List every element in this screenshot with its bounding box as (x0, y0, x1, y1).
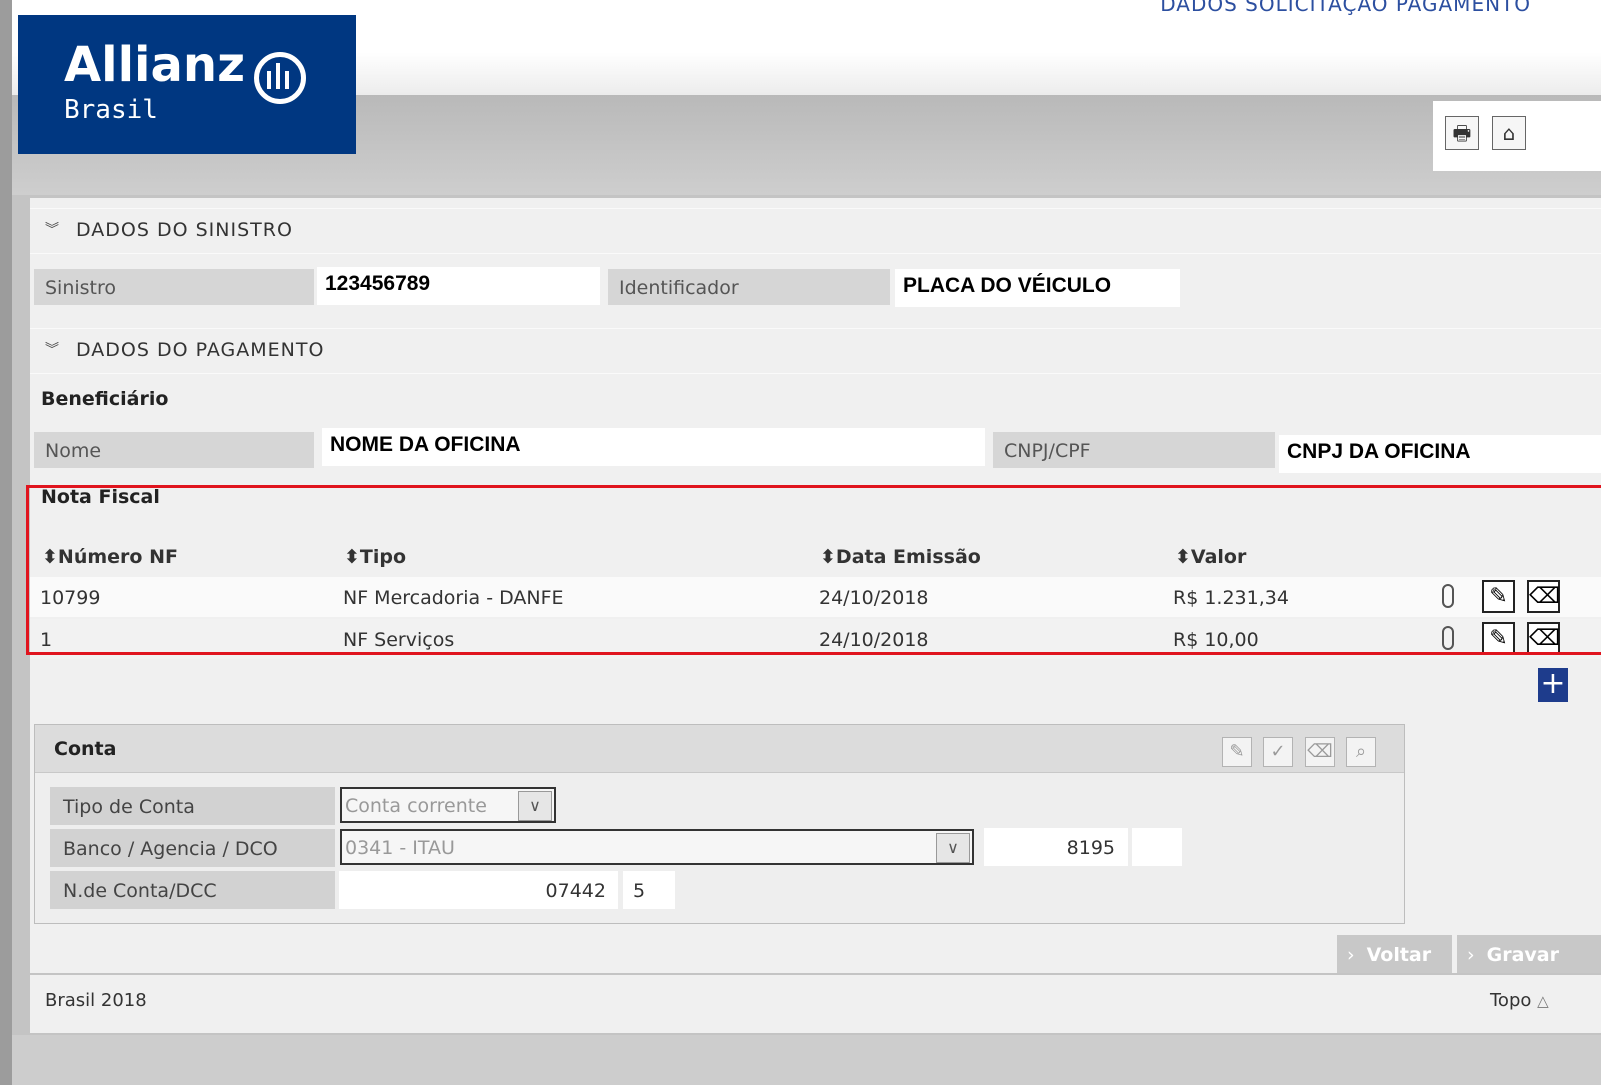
collapse-chevron-icon[interactable]: ︾ (45, 339, 60, 359)
add-nota-button[interactable]: + (1538, 668, 1568, 702)
top-link[interactable]: Topo △ (1490, 990, 1549, 1011)
cnpj-label: CNPJ/CPF (993, 432, 1275, 468)
cnpj-value: CNPJ DA OFICINA (1279, 435, 1601, 473)
agencia-input[interactable]: 8195 (984, 828, 1128, 866)
numero-conta-label: N.de Conta/DCC (50, 871, 335, 909)
printer-icon[interactable]: 🖶 (1445, 116, 1479, 150)
section-header-pagamento[interactable]: ︾ DADOS DO PAGAMENTO (30, 328, 1601, 374)
conta-panel: Conta ✎ ✓ ⌫ ⌕ Tipo de Conta Conta corren… (34, 724, 1405, 924)
nome-label: Nome (34, 432, 314, 468)
left-window-edge (0, 0, 12, 1085)
nome-value: NOME DA OFICINA (322, 428, 985, 466)
banco-label: Banco / Agencia / DCO (50, 829, 335, 867)
sinistro-value: 123456789 (317, 267, 600, 305)
banco-value: 0341 - ITAU (345, 837, 455, 859)
conta-title: Conta (54, 738, 117, 760)
page-title: DADOS SOLICITAÇÃO PAGAMENTO (1160, 0, 1531, 16)
logo-brand-text: Allianz (64, 37, 246, 93)
collapse-chevron-icon[interactable]: ︾ (45, 219, 60, 239)
bottom-strip (12, 1035, 1601, 1085)
beneficiario-heading: Beneficiário (41, 388, 169, 410)
nota-fiscal-highlight (26, 485, 1601, 655)
allianz-logo[interactable]: Allianz Brasil (18, 15, 356, 154)
top-link-label: Topo (1490, 990, 1532, 1011)
footer (30, 975, 1601, 1033)
logo-subtitle: Brasil (64, 95, 158, 125)
section-title: DADOS DO SINISTRO (76, 219, 293, 241)
tipo-conta-value: Conta corrente (345, 795, 487, 817)
toolbar: 🖶 ⌂ (1433, 101, 1601, 171)
sinistro-label: Sinistro (34, 269, 314, 305)
identificador-label: Identificador (608, 269, 890, 305)
chevron-down-icon[interactable]: ∨ (518, 791, 552, 821)
footer-copyright: Brasil 2018 (45, 990, 147, 1011)
home-icon[interactable]: ⌂ (1492, 116, 1526, 150)
chevron-down-icon[interactable]: ∨ (936, 833, 970, 863)
chevron-right-icon: › (1467, 944, 1475, 966)
tipo-conta-label: Tipo de Conta (50, 787, 335, 825)
chevron-right-icon: › (1347, 944, 1355, 966)
conta-header: Conta ✎ ✓ ⌫ ⌕ (35, 725, 1404, 773)
search-icon[interactable]: ⌕ (1346, 737, 1376, 767)
gravar-label: Gravar (1486, 944, 1559, 966)
allianz-eagle-icon (254, 52, 306, 104)
voltar-label: Voltar (1366, 944, 1432, 966)
banco-select[interactable]: 0341 - ITAU ∨ (340, 829, 974, 865)
edit-icon[interactable]: ✎ (1222, 737, 1252, 767)
arrow-up-icon: △ (1537, 992, 1549, 1010)
tipo-conta-select[interactable]: Conta corrente ∨ (340, 787, 556, 823)
check-icon[interactable]: ✓ (1263, 737, 1293, 767)
gravar-button[interactable]: › Gravar (1457, 935, 1601, 973)
eraser-icon[interactable]: ⌫ (1305, 737, 1335, 767)
dco-input[interactable] (1132, 828, 1182, 866)
section-header-sinistro[interactable]: ︾ DADOS DO SINISTRO (30, 208, 1601, 254)
identificador-value: PLACA DO VÉICULO (895, 269, 1180, 307)
section-title: DADOS DO PAGAMENTO (76, 339, 325, 361)
conta-input[interactable]: 07442 (339, 871, 618, 909)
voltar-button[interactable]: › Voltar (1337, 935, 1452, 973)
dcc-input[interactable]: 5 (623, 871, 675, 909)
